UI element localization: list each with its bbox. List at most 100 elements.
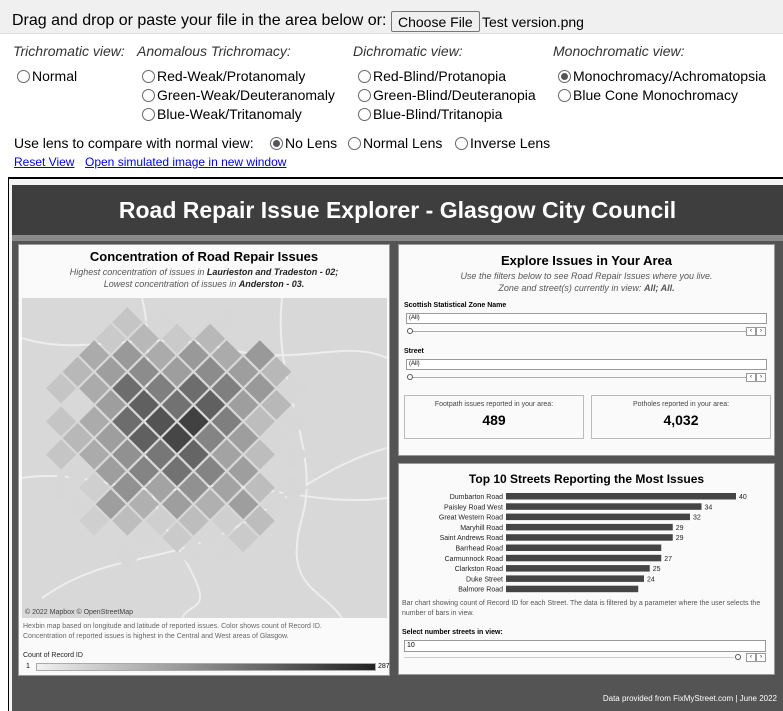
explore-panel: Explore Issues in Your Area Use the filt… (398, 244, 775, 456)
bar[interactable] (506, 554, 662, 562)
radio-no-lens[interactable]: No Lens (270, 135, 337, 151)
simulated-dashboard: Road Repair Issue Explorer - Glasgow Cit… (8, 177, 783, 711)
hexbin-map[interactable]: © 2022 Mapbox © OpenStreetMap (22, 298, 387, 618)
map-panel: Concentration of Road Repair Issues High… (18, 244, 390, 676)
chevron-right-icon[interactable]: › (756, 327, 766, 336)
streets-count-input[interactable]: 10 (404, 640, 766, 652)
bar-value-label: 24 (647, 576, 655, 583)
reset-view-link[interactable]: Reset View (14, 155, 74, 169)
radio-label: Red-Weak/Protanomaly (157, 68, 306, 84)
radio-button[interactable] (17, 69, 30, 83)
footpath-kpi: Footpath issues reported in your area: 4… (404, 395, 584, 439)
radio-deuteranomaly[interactable]: Green-Weak/Deuteranomaly (142, 87, 335, 103)
bar[interactable] (506, 493, 736, 500)
chevron-right-icon[interactable]: › (756, 653, 766, 662)
street-slider-handle[interactable] (407, 374, 413, 380)
chevron-left-icon[interactable]: ‹ (746, 373, 756, 382)
radio-label: Inverse Lens (470, 135, 551, 151)
street-slider-track[interactable] (409, 377, 749, 378)
footpath-kpi-label: Footpath issues reported in your area: (434, 401, 554, 408)
zone-stepper[interactable]: ‹ › (746, 327, 766, 336)
zone-slider-track[interactable] (409, 331, 749, 332)
map-note-1: Hexbin map based on longitude and latitu… (23, 623, 322, 630)
radio-deuteranopia[interactable]: Green-Blind/Deuteranopia (358, 87, 536, 103)
street-stepper[interactable]: ‹ › (746, 373, 766, 382)
explore-subtitle: Use the filters below to see Road Repair… (460, 271, 713, 281)
open-new-window-link[interactable]: Open simulated image in new window (85, 155, 286, 169)
streets-count-stepper[interactable]: ‹ › (746, 653, 766, 662)
radio-label: Blue Cone Monochromacy (573, 87, 738, 103)
radio-button-selected[interactable] (558, 69, 571, 83)
radio-tritanopia[interactable]: Blue-Blind/Tritanopia (358, 106, 502, 122)
bar-value-label: 40 (739, 494, 747, 501)
radio-button[interactable] (142, 107, 155, 121)
radio-button[interactable] (358, 107, 371, 121)
bar-chart-note: Bar chart showing count of Record ID for… (402, 600, 761, 617)
radio-button[interactable] (142, 88, 155, 102)
trichromatic-heading: Trichromatic view: (13, 43, 125, 59)
bar[interactable] (506, 565, 650, 572)
bar-value-label: 29 (676, 535, 684, 542)
radio-inverse-lens[interactable]: Inverse Lens (455, 135, 550, 151)
radio-button[interactable] (348, 136, 361, 150)
radio-button[interactable] (142, 69, 155, 83)
bar[interactable] (506, 503, 702, 510)
bar-category-label: Paisley Road West (444, 504, 503, 511)
choose-file-button[interactable]: Choose File (391, 11, 480, 32)
bar-chart: Dumbarton Road 40 Paisley Road West 34 Great… (439, 493, 747, 594)
chevron-left-icon[interactable]: ‹ (746, 653, 756, 662)
bar-value-label: 32 (693, 515, 701, 522)
chevron-right-icon[interactable]: › (756, 373, 766, 382)
radio-label: Blue-Blind/Tritanopia (373, 106, 503, 122)
bar[interactable] (506, 585, 639, 593)
radio-protanopia[interactable]: Red-Blind/Protanopia (358, 68, 506, 84)
bar-category-label: Barrhead Road (456, 546, 504, 553)
bar[interactable] (506, 544, 662, 552)
radio-label: Normal Lens (363, 135, 443, 151)
hexbin-map-graphic (22, 298, 387, 618)
radio-achromatopsia[interactable]: Monochromacy/Achromatopsia (558, 68, 766, 84)
radio-tritanomaly[interactable]: Blue-Weak/Tritanomaly (142, 106, 302, 122)
radio-normal-lens[interactable]: Normal Lens (348, 135, 442, 151)
radio-label: Red-Blind/Protanopia (373, 68, 507, 84)
zone-filter-select[interactable]: (All) (406, 313, 767, 324)
radio-button[interactable] (455, 136, 468, 150)
footpath-kpi-value: 489 (482, 412, 506, 428)
radio-protanomaly[interactable]: Red-Weak/Protanomaly (142, 68, 305, 84)
streets-count-slider[interactable] (404, 657, 734, 658)
map-credit: © 2022 Mapbox © OpenStreetMap (25, 609, 133, 616)
bar[interactable] (506, 513, 690, 521)
bar-value-label: 25 (653, 566, 661, 573)
color-legend (36, 663, 376, 671)
bar-chart-panel: Top 10 Streets Reporting the Most Issues… (398, 463, 775, 675)
radio-label: Green-Blind/Deuteranopia (373, 87, 536, 103)
map-lowest-area: Anderston - 03. (238, 279, 305, 289)
anomalous-heading: Anomalous Trichromacy: (137, 43, 291, 59)
zone-slider-handle[interactable] (407, 328, 413, 334)
upload-prompt: Drag and drop or paste your file in the … (12, 12, 387, 29)
radio-blue-cone[interactable]: Blue Cone Monochromacy (558, 87, 738, 103)
bar-category-label: Maryhill Road (460, 525, 503, 532)
zone-filter-label: Scottish Statistical Zone Name (404, 302, 507, 309)
map-lowest-prefix: Lowest concentration of issues in (103, 279, 237, 289)
bar-value-label: 34 (705, 504, 713, 511)
explore-current-view: Zone and street(s) currently in view: Al… (399, 283, 774, 293)
upload-bar[interactable]: Drag and drop or paste your file in the … (0, 0, 783, 34)
radio-button[interactable] (558, 88, 571, 102)
current-view-value: All; All. (643, 283, 675, 293)
data-source-credit: Data provided from FixMyStreet.com | Jun… (602, 694, 777, 703)
radio-button[interactable] (358, 88, 371, 102)
radio-button-selected[interactable] (270, 136, 283, 150)
chevron-left-icon[interactable]: ‹ (746, 327, 756, 336)
bar[interactable] (506, 575, 644, 582)
bar-category-label: Dumbarton Road (450, 494, 503, 501)
streets-count-slider-handle[interactable] (735, 654, 741, 660)
radio-normal[interactable]: Normal (17, 68, 77, 84)
bar[interactable] (506, 523, 673, 531)
bar[interactable] (506, 534, 673, 541)
radio-button[interactable] (358, 69, 371, 83)
radio-label: Blue-Weak/Tritanomaly (157, 106, 302, 122)
street-filter-select[interactable]: (All) (406, 359, 767, 370)
bar-category-label: Duke Street (466, 576, 503, 583)
dichromatic-heading: Dichromatic view: (353, 43, 463, 59)
